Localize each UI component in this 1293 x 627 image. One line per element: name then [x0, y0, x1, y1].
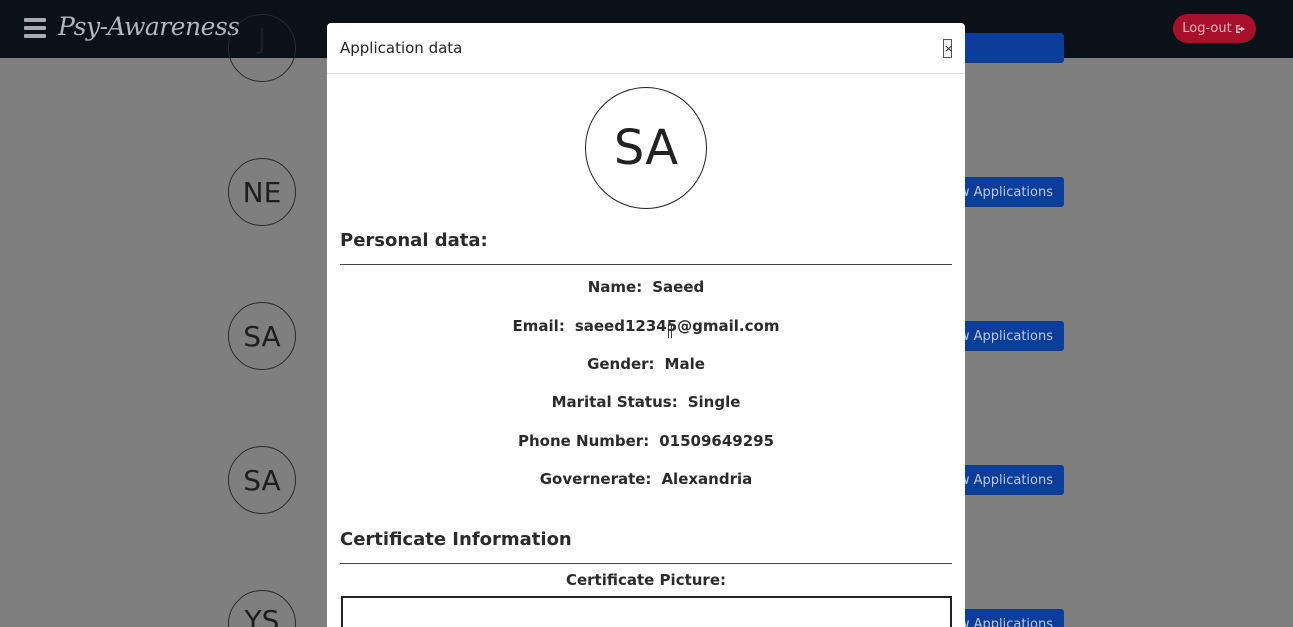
logout-label: Log-out: [1182, 21, 1232, 36]
certificate-heading: Certificate Information: [340, 529, 572, 550]
field-email: Email: saeed12345@gmail.com: [340, 317, 952, 335]
field-label: Name:: [587, 278, 643, 296]
list-avatar: J: [228, 14, 296, 82]
sign-out-icon: [1235, 24, 1245, 33]
field-marital-status: Marital Status: Single: [340, 393, 952, 411]
field-label: Certificate Picture:: [565, 571, 727, 589]
field-value: saeed12345@gmail.com: [574, 317, 780, 335]
field-gender: Gender: Male: [340, 355, 952, 373]
certificate-image[interactable]: [341, 596, 952, 627]
applicant-avatar: SA: [585, 87, 707, 209]
list-avatar: YS: [228, 590, 296, 627]
field-value: 01509649295: [659, 432, 775, 450]
list-avatar: SA: [228, 446, 296, 514]
list-avatar: NE: [228, 158, 296, 226]
field-value: Male: [664, 355, 705, 373]
field-label: Gender:: [587, 355, 655, 373]
divider: [340, 264, 952, 265]
field-phone-number: Phone Number: 01509649295: [340, 432, 952, 450]
logout-button[interactable]: Log-out: [1173, 14, 1256, 43]
field-name: Name: Saeed: [340, 278, 952, 296]
divider: [340, 563, 952, 564]
list-avatar-initials: YS: [244, 603, 280, 627]
field-label: Marital Status:: [551, 393, 678, 411]
personal-data-heading: Personal data:: [340, 230, 488, 251]
brand-logo[interactable]: Psy-Awareness: [58, 12, 240, 41]
field-label: Email:: [512, 317, 565, 335]
menu-icon[interactable]: [24, 18, 46, 38]
text-cursor-icon: [668, 324, 672, 338]
field-label: Governerate:: [539, 470, 652, 488]
modal-title: Application data: [340, 39, 463, 57]
certificate-picture-label: Certificate Picture:: [340, 571, 952, 589]
field-value: Single: [687, 393, 741, 411]
field-value: Saeed: [652, 278, 705, 296]
field-governerate: Governerate: Alexandria: [340, 470, 952, 488]
close-button[interactable]: ×: [943, 39, 953, 58]
application-data-modal: Application data × SA Personal data: Nam…: [327, 23, 965, 627]
modal-header: Application data ×: [327, 23, 965, 74]
field-value: Alexandria: [661, 470, 753, 488]
list-avatar: SA: [228, 302, 296, 370]
field-label: Phone Number:: [517, 432, 650, 450]
